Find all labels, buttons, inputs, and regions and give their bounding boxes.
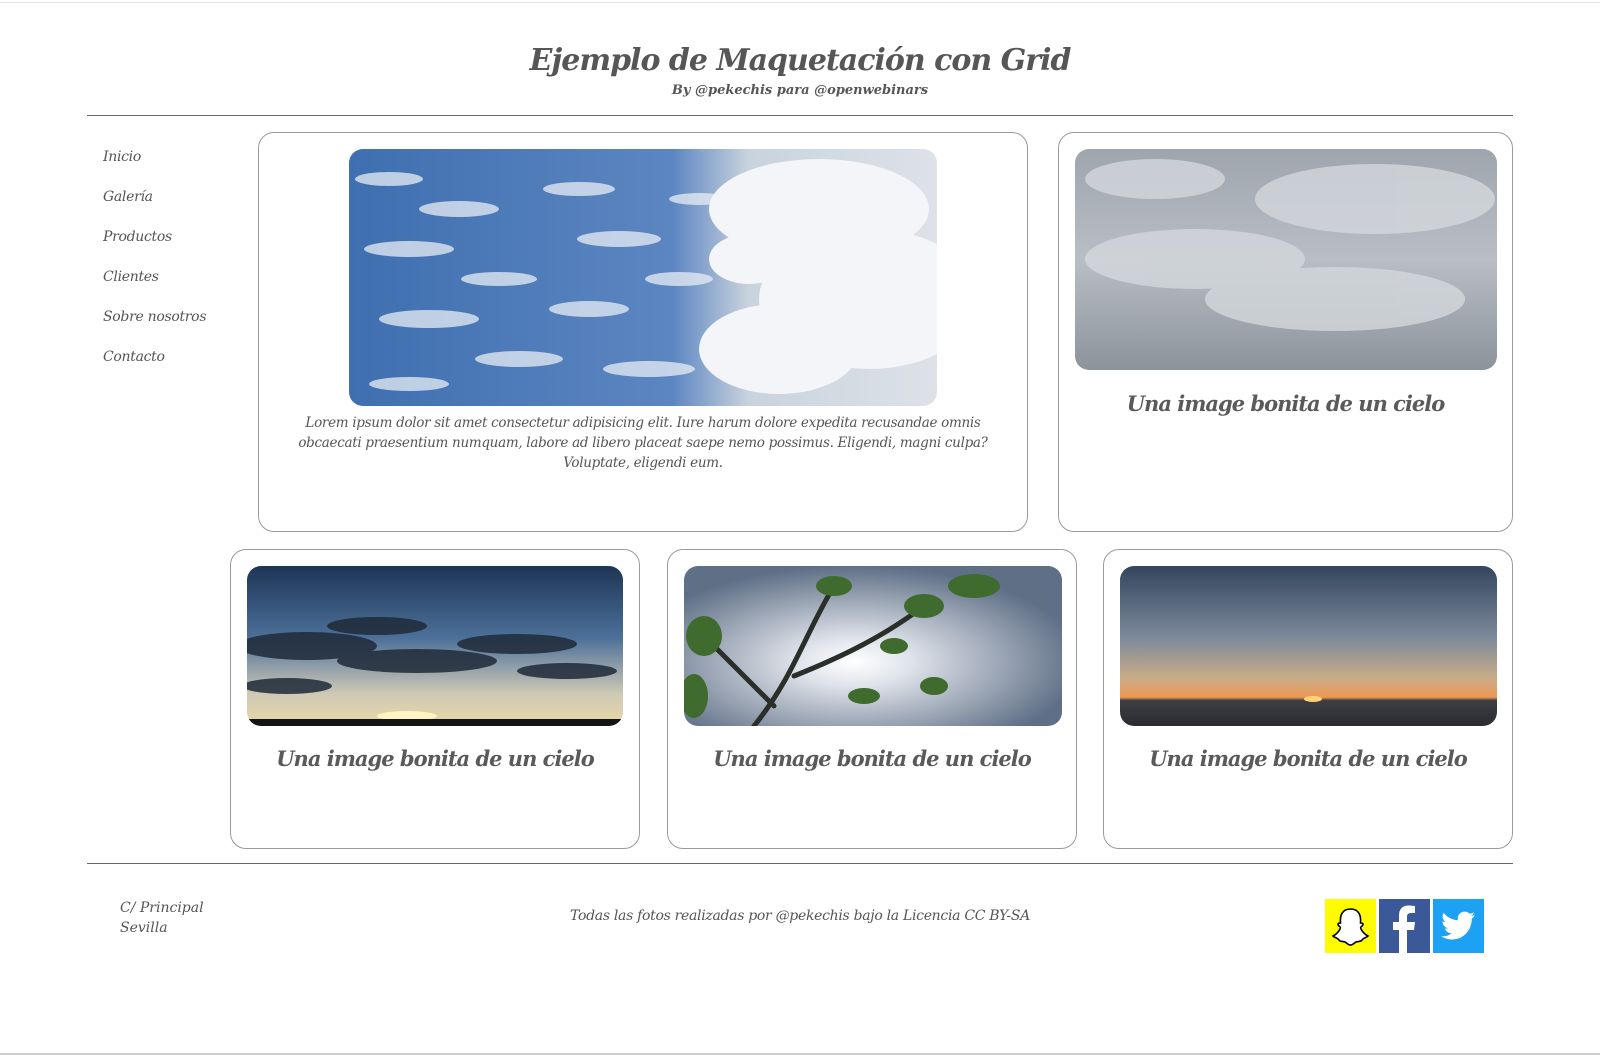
overcast-sky-image <box>1075 149 1497 370</box>
gallery-card-tree: Una image bonita de un cielo <box>667 549 1077 849</box>
gallery-card-sea-sunset: Una image bonita de un cielo <box>1103 549 1513 849</box>
sunset-clouds-image <box>247 566 623 726</box>
card-caption: Una image bonita de un cielo <box>1149 746 1468 771</box>
gallery-card-sunset-clouds: Una image bonita de un cielo <box>230 549 640 849</box>
card-caption: Una image bonita de un cielo <box>713 746 1032 771</box>
nav-item-galeria[interactable]: Galería <box>103 188 243 228</box>
page-title: Ejemplo de Maquetación con Grid <box>529 43 1072 78</box>
social-links <box>1325 899 1484 953</box>
site-header: Ejemplo de Maquetación con Grid By @peke… <box>87 38 1513 116</box>
top-rule <box>0 2 1600 3</box>
nav-item-productos[interactable]: Productos <box>103 228 243 268</box>
facebook-icon[interactable] <box>1379 899 1430 953</box>
gallery-card-overcast: Una image bonita de un cielo <box>1058 132 1513 532</box>
card-caption: Una image bonita de un cielo <box>276 746 595 771</box>
featured-card: Lorem ipsum dolor sit amet consectetur a… <box>258 132 1028 532</box>
nav-item-inicio[interactable]: Inicio <box>103 148 243 188</box>
nav-item-contacto[interactable]: Contacto <box>103 348 243 388</box>
featured-text: Lorem ipsum dolor sit amet consectetur a… <box>298 415 988 471</box>
footer-credits: Todas las fotos realizadas por @pekechis… <box>570 908 1030 924</box>
sea-sunset-image <box>1120 566 1497 726</box>
snapchat-icon[interactable] <box>1325 899 1376 953</box>
card-caption: Una image bonita de un cielo <box>1126 391 1446 416</box>
nav-item-clientes[interactable]: Clientes <box>103 268 243 308</box>
sidebar-nav: Inicio Galería Productos Clientes Sobre … <box>103 148 243 388</box>
nav-item-sobre-nosotros[interactable]: Sobre nosotros <box>103 308 243 348</box>
twitter-icon[interactable] <box>1433 899 1484 953</box>
blue-sky-clouds-image <box>349 149 937 406</box>
site-footer: C/ Principal Sevilla Todas las fotos rea… <box>87 863 1513 973</box>
tree-branches-sun-image <box>684 566 1062 726</box>
page-subtitle: By @pekechis para @openwebinars <box>671 83 929 98</box>
